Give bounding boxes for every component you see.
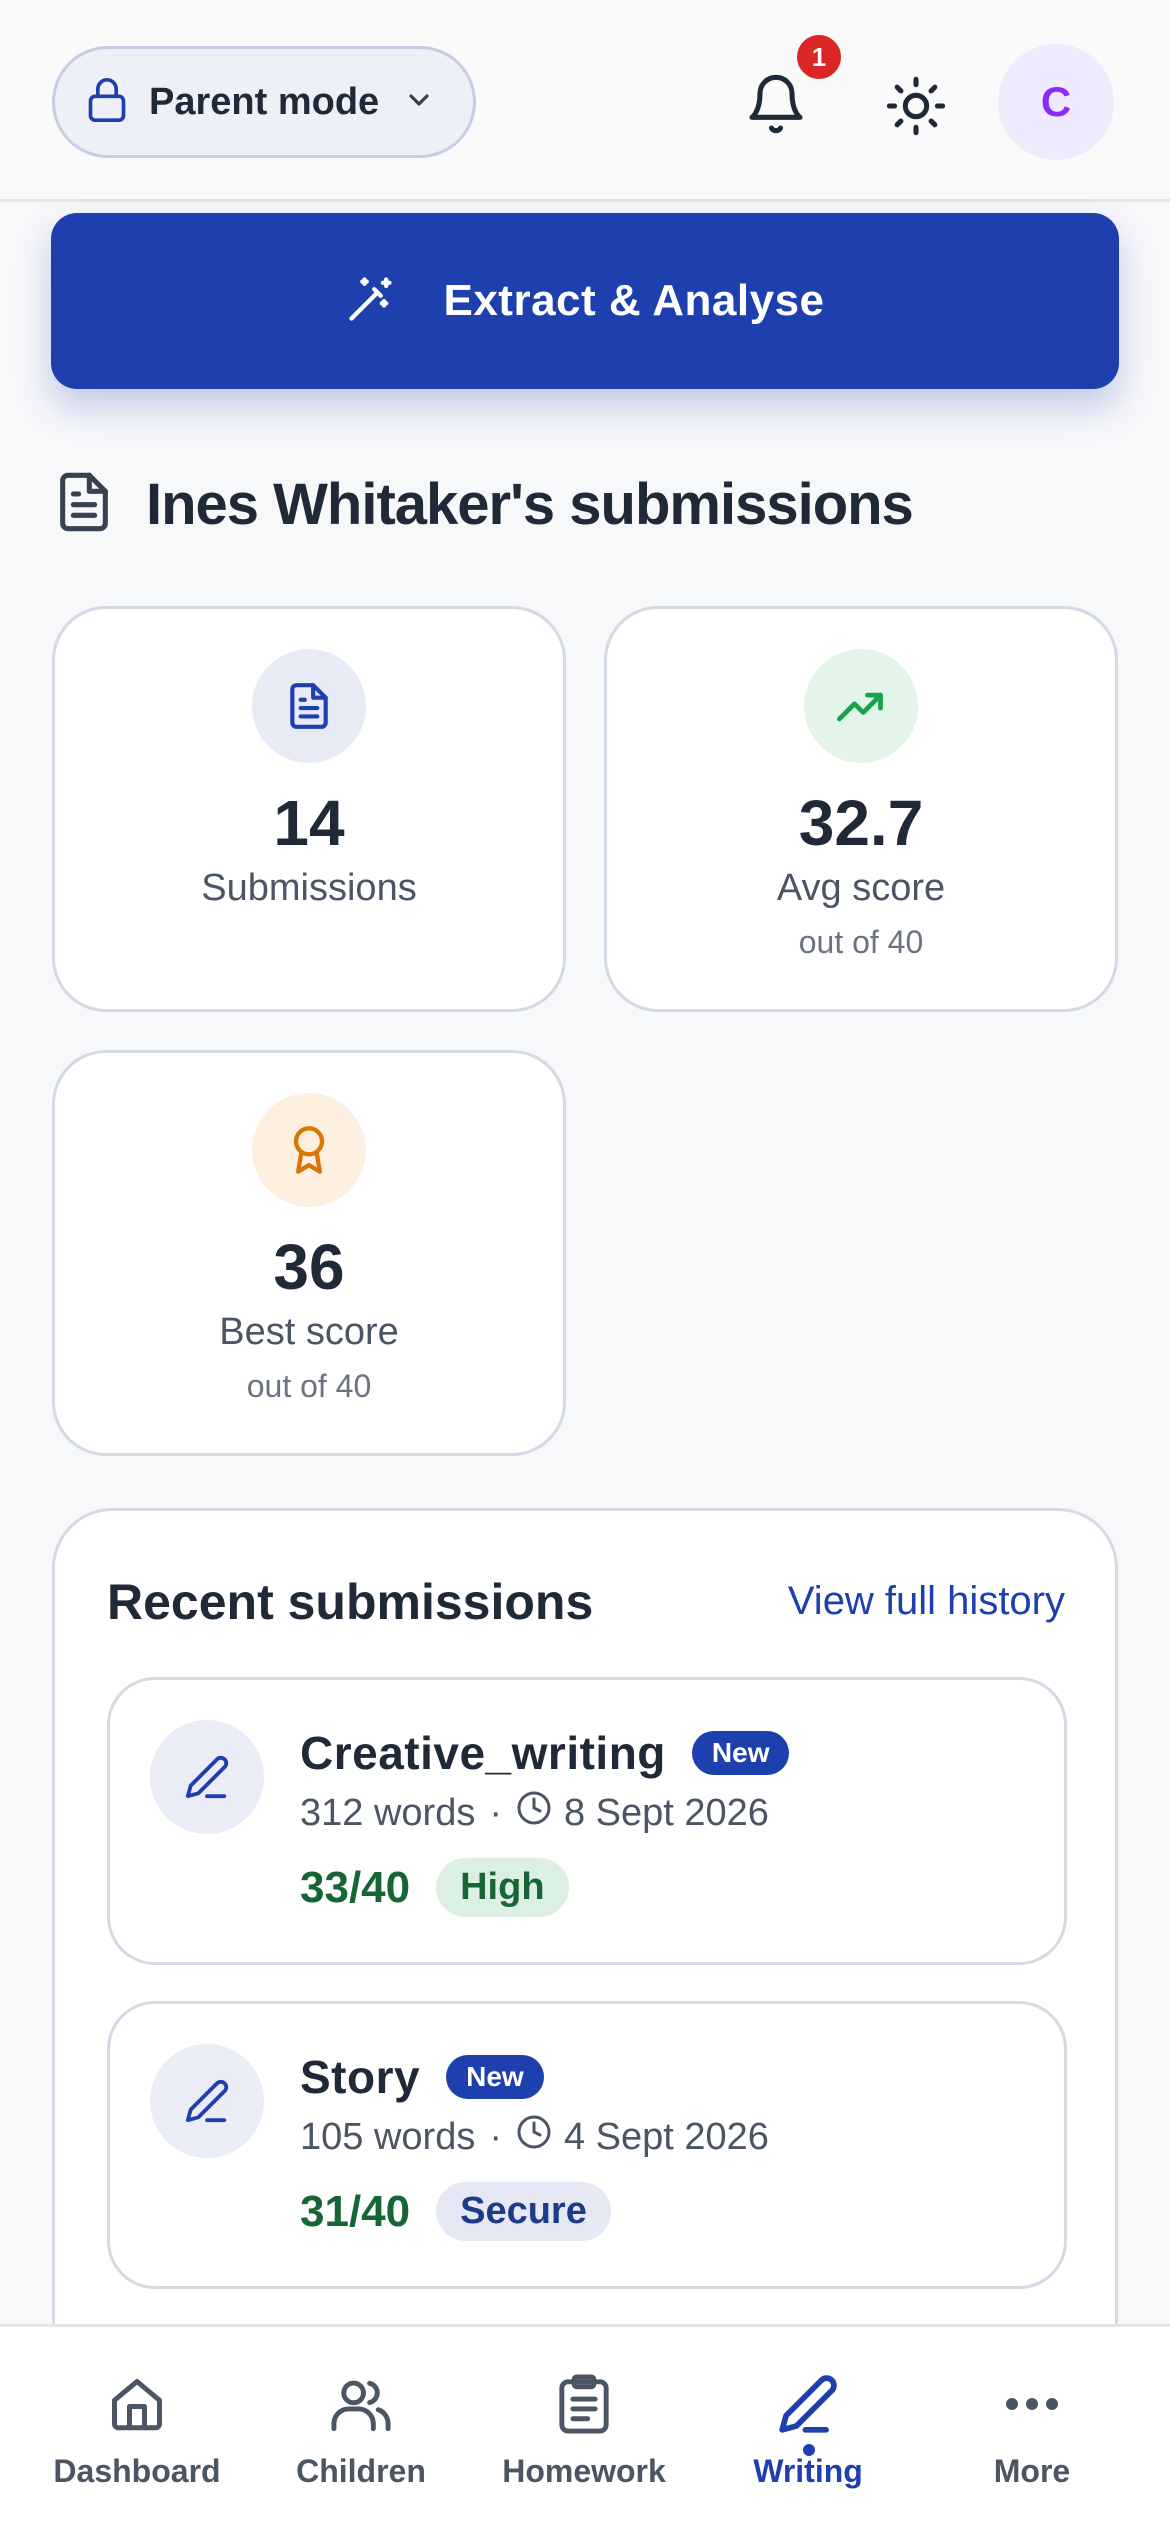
clock-icon — [516, 1790, 552, 1836]
word-count: 105 words — [300, 2115, 476, 2158]
pen-icon — [708, 2369, 908, 2439]
stat-sublabel: out of 40 — [246, 1368, 372, 1404]
submission-title: Creative_writing — [300, 1727, 666, 1779]
bell-icon — [744, 74, 808, 144]
submission-date: 8 Sept 2026 — [563, 1791, 769, 1834]
meta-separator: · — [489, 2115, 502, 2158]
nav-label: Writing — [753, 2453, 863, 2489]
clipboard-icon — [484, 2369, 684, 2439]
meta-separator: · — [489, 1791, 502, 1834]
nav-item-dashboard[interactable]: Dashboard — [37, 2369, 237, 2490]
mode-selector[interactable]: Parent mode — [52, 46, 476, 158]
stat-card-submissions: 14 Submissions — [52, 606, 566, 1012]
word-count: 312 words — [300, 1791, 476, 1834]
nav-label: More — [993, 2453, 1071, 2489]
document-icon — [252, 649, 366, 763]
level-badge: High — [436, 1858, 569, 1917]
stat-card-best-score: 36 Best score out of 40 — [52, 1050, 566, 1456]
home-icon — [37, 2369, 237, 2439]
sun-icon — [884, 76, 948, 142]
users-icon — [261, 2369, 461, 2439]
document-icon — [56, 470, 112, 539]
stat-value: 36 — [273, 1231, 345, 1303]
recent-submissions-panel: Recent submissions View full history Cre… — [52, 1508, 1118, 2408]
stat-sublabel: out of 40 — [798, 924, 924, 960]
stat-label: Best score — [219, 1311, 399, 1353]
nav-label: Homework — [502, 2453, 666, 2489]
page-title: Ines Whitaker's submissions — [146, 472, 914, 537]
chevron-down-icon — [403, 84, 435, 121]
submission-score: 31/40 — [300, 2186, 411, 2236]
theme-toggle-button[interactable] — [884, 74, 948, 138]
stat-label: Submissions — [201, 867, 417, 909]
extract-analyse-button[interactable]: Extract & Analyse — [51, 213, 1119, 389]
top-bar: Parent mode 1 C — [0, 0, 1170, 202]
mode-label: Parent mode — [149, 80, 380, 123]
submission-card[interactable]: Story New 105 words · 4 Sept 2026 31/40 … — [107, 2001, 1067, 2289]
pen-icon — [150, 2044, 264, 2158]
submissions-heading: Ines Whitaker's submissions — [56, 470, 914, 539]
nav-label: Dashboard — [53, 2453, 221, 2489]
recent-title: Recent submissions — [107, 1574, 594, 1630]
active-indicator — [803, 2444, 815, 2456]
clock-icon — [516, 2114, 552, 2160]
stat-label: Avg score — [776, 867, 946, 909]
avatar[interactable]: C — [998, 44, 1114, 160]
stat-value: 32.7 — [798, 787, 924, 859]
view-full-history-link[interactable]: View full history — [788, 1579, 1065, 1624]
submission-card[interactable]: Creative_writing New 312 words · 8 Sept … — [107, 1677, 1067, 1965]
nav-label: Children — [296, 2453, 426, 2489]
level-badge: Secure — [436, 2182, 611, 2241]
submission-score: 33/40 — [300, 1862, 411, 1912]
extract-label: Extract & Analyse — [443, 276, 825, 325]
new-badge: New — [446, 2055, 544, 2099]
trending-up-icon — [804, 649, 918, 763]
submission-date: 4 Sept 2026 — [563, 2115, 769, 2158]
pen-icon — [150, 1720, 264, 1834]
more-icon — [932, 2369, 1132, 2439]
submission-title: Story — [300, 2051, 421, 2103]
bottom-navigation: Dashboard Children Homework Writing More — [0, 2324, 1170, 2532]
stat-value: 14 — [273, 787, 345, 859]
nav-item-homework[interactable]: Homework — [484, 2369, 684, 2490]
stat-card-avg-score: 32.7 Avg score out of 40 — [604, 606, 1118, 1012]
notification-badge: 1 — [792, 30, 846, 84]
lock-icon — [85, 76, 129, 129]
nav-item-writing[interactable]: Writing — [708, 2369, 908, 2490]
magic-wand-icon — [345, 273, 397, 330]
award-icon — [252, 1093, 366, 1207]
nav-item-more[interactable]: More — [932, 2369, 1132, 2490]
new-badge: New — [691, 1731, 790, 1775]
notifications-button[interactable] — [744, 68, 808, 140]
nav-item-children[interactable]: Children — [261, 2369, 461, 2490]
